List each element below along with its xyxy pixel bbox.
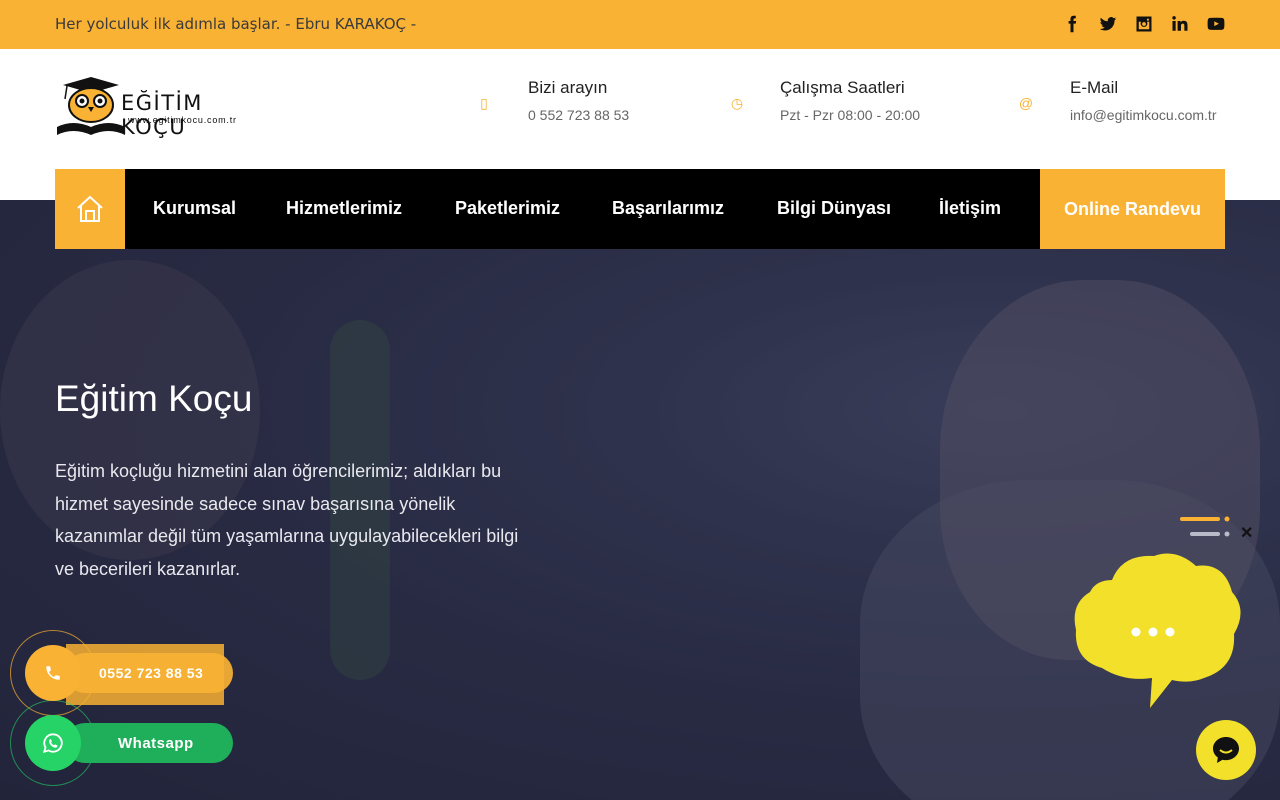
phone-icon: ▯ bbox=[480, 94, 488, 111]
home-button[interactable] bbox=[55, 169, 125, 249]
chat-icon bbox=[1213, 737, 1239, 763]
chat-decoration bbox=[1180, 516, 1230, 537]
chat-close-icon[interactable]: ✕ bbox=[1240, 526, 1254, 542]
social-links bbox=[1062, 12, 1225, 36]
nav-item-hizmetlerimiz[interactable]: Hizmetlerimiz bbox=[286, 198, 402, 219]
hero-description: Eğitim koçluğu hizmetini alan öğrenciler… bbox=[55, 461, 519, 579]
phone-value[interactable]: 0 552 723 88 53 bbox=[528, 107, 629, 123]
clock-icon: ◷ bbox=[730, 94, 744, 111]
call-button[interactable] bbox=[25, 645, 81, 701]
topbar-quote: Her yolculuk ilk adımla başlar. - Ebru K… bbox=[55, 15, 417, 33]
logo-url: www.egitimkocu.com.tr bbox=[128, 115, 237, 125]
youtube-icon[interactable] bbox=[1206, 12, 1225, 36]
email-value[interactable]: info@egitimkocu.com.tr bbox=[1070, 107, 1216, 123]
online-appointment-button[interactable]: Online Randevu bbox=[1040, 169, 1225, 249]
twitter-icon[interactable] bbox=[1098, 12, 1117, 36]
nav-item-iletisim[interactable]: İletişim bbox=[939, 198, 1001, 219]
instagram-icon[interactable] bbox=[1134, 12, 1153, 36]
email-label: E-Mail bbox=[1070, 78, 1119, 97]
chat-launcher-button[interactable] bbox=[1196, 720, 1256, 780]
top-bar: Her yolculuk ilk adımla başlar. - Ebru K… bbox=[0, 0, 1280, 49]
hours-value: Pzt - Pzr 08:00 - 20:00 bbox=[780, 107, 921, 123]
at-icon: @ bbox=[1018, 95, 1034, 111]
nav-item-paketlerimiz[interactable]: Paketlerimiz bbox=[455, 198, 560, 219]
phone-icon bbox=[46, 666, 60, 680]
facebook-icon[interactable] bbox=[1062, 12, 1081, 36]
owl-logo-icon bbox=[57, 77, 125, 135]
nav-item-kurumsal[interactable]: Kurumsal bbox=[153, 198, 236, 219]
whatsapp-label[interactable]: Whatsapp bbox=[118, 735, 194, 752]
nav-item-bilgi-dunyasi[interactable]: Bilgi Dünyası bbox=[777, 198, 891, 219]
nav-item-basarilarimiz[interactable]: Başarılarımız bbox=[612, 198, 724, 219]
linkedin-icon[interactable] bbox=[1170, 12, 1189, 36]
whatsapp-button[interactable] bbox=[25, 715, 81, 771]
home-icon bbox=[77, 195, 103, 222]
hours-label: Çalışma Saatleri bbox=[780, 78, 905, 97]
site-logo[interactable]: EĞİTİM KOÇU www.egitimkocu.com.tr bbox=[55, 77, 265, 139]
chat-bubble[interactable] bbox=[1072, 550, 1242, 710]
phone-label: Bizi arayın bbox=[528, 78, 608, 97]
main-nav: Kurumsal Hizmetlerimiz Paketlerimiz Başa… bbox=[55, 169, 1225, 249]
call-number[interactable]: 0552 723 88 53 bbox=[99, 665, 203, 681]
whatsapp-icon bbox=[42, 733, 63, 754]
hero-title: Eğitim Koçu bbox=[55, 378, 253, 419]
